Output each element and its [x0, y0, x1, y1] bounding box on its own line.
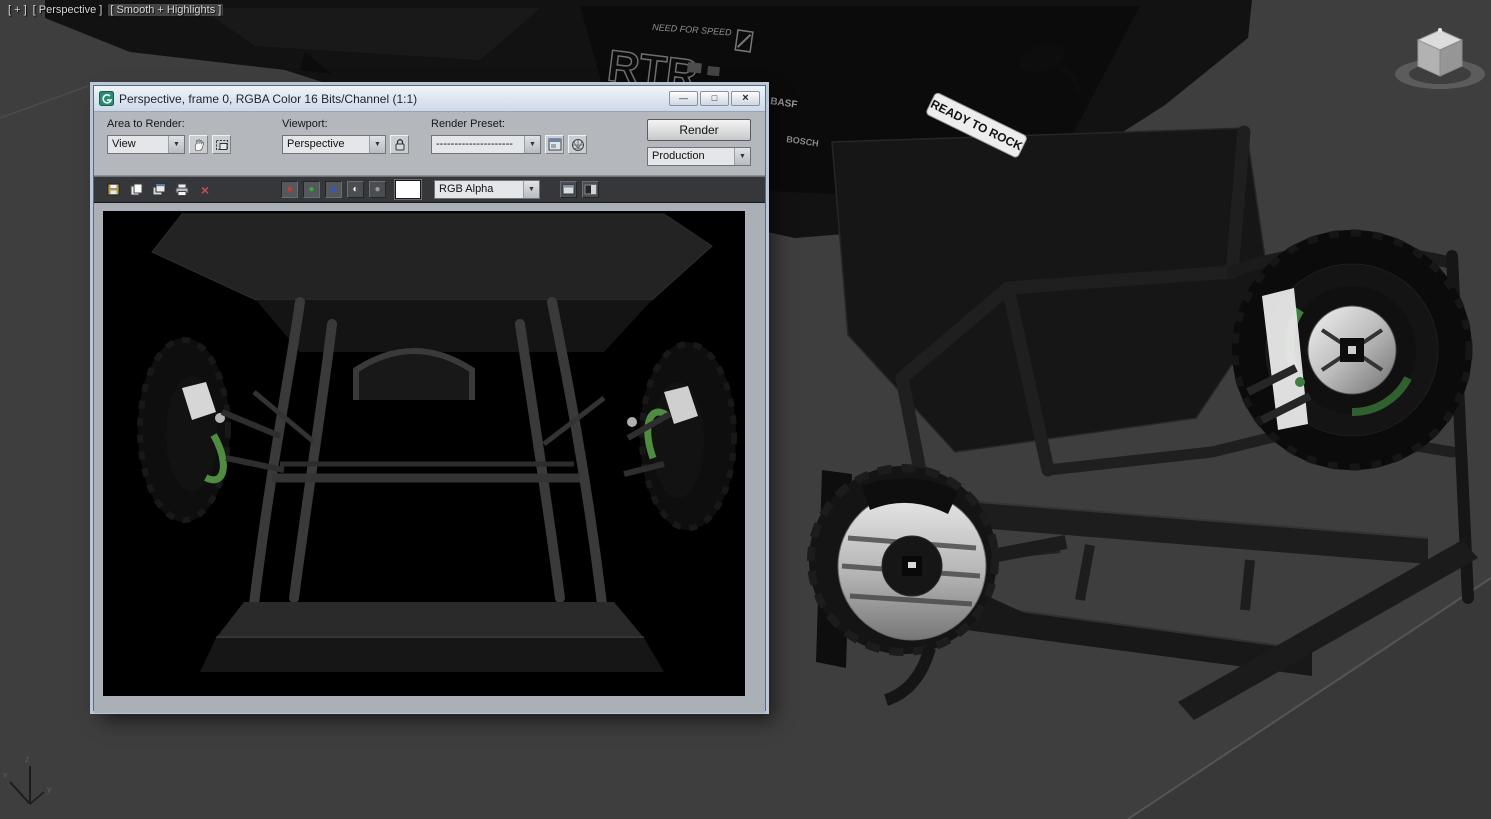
viewport-dropdown-label: Viewport:: [282, 118, 409, 130]
alpha-channel-icon: ●: [374, 184, 380, 195]
lock-icon: [394, 138, 406, 152]
hand-icon: [192, 138, 206, 152]
blue-channel-button[interactable]: ●: [325, 181, 342, 198]
rear-wheel: [1232, 230, 1472, 470]
image-toolbar: × ● ● ● ◐ ● RGB Alpha ▼: [94, 176, 765, 203]
floppy-save-icon: [107, 183, 120, 196]
ui-layout-icon: [584, 184, 597, 195]
window-title: Perspective, frame 0, RGBA Color 16 Bits…: [119, 92, 664, 106]
chevron-down-icon: ▼: [523, 181, 539, 198]
chevron-down-icon: ▼: [734, 148, 750, 165]
save-image-button[interactable]: [104, 181, 122, 199]
render-image-area: [94, 203, 765, 713]
render-preset-dropdown[interactable]: --------------------- ▼: [431, 135, 541, 154]
maximize-button[interactable]: □: [700, 91, 729, 106]
axis-y-label: y: [47, 784, 52, 794]
viewport-menu-shading[interactable]: [ Smooth + Highlights ]: [108, 4, 223, 16]
copy-image-button[interactable]: [127, 181, 145, 199]
toggle-ui-overlays-button[interactable]: [560, 181, 577, 198]
production-mode-dropdown[interactable]: Production ▼: [647, 147, 751, 166]
render-setup-icon: [548, 138, 562, 151]
environment-sphere-icon: [571, 138, 585, 152]
clear-image-button[interactable]: ×: [196, 181, 214, 199]
channel-display-dropdown[interactable]: RGB Alpha ▼: [434, 180, 540, 199]
red-channel-icon: ●: [286, 184, 292, 195]
close-button[interactable]: ×: [731, 91, 760, 106]
render-button[interactable]: Render: [647, 119, 751, 141]
pan-hand-button[interactable]: [189, 135, 208, 154]
rendered-frame-window: Perspective, frame 0, RGBA Color 16 Bits…: [93, 85, 766, 711]
render-preset-label: Render Preset:: [431, 118, 587, 130]
lock-viewport-button[interactable]: [390, 135, 409, 154]
render-controls-row: Area to Render: View ▼ Viewport:: [94, 112, 765, 176]
clone-window-icon: [152, 183, 166, 196]
edit-region-button[interactable]: [212, 135, 231, 154]
clear-x-icon: ×: [201, 183, 209, 197]
print-image-button[interactable]: [173, 181, 191, 199]
ui-overlay-icon: [562, 184, 575, 195]
red-channel-button[interactable]: ●: [281, 181, 298, 198]
viewport-label: [ + ] [ Perspective ] [ Smooth + Highlig…: [8, 4, 223, 16]
viewport-menu-plus[interactable]: [ + ]: [8, 4, 27, 16]
3dsmax-viewport[interactable]: NEED FOR SPEED RTR RTR BASF BOSCH READY …: [0, 0, 1491, 819]
axis-z-label: z: [25, 754, 30, 764]
viewport-dropdown[interactable]: Perspective ▼: [282, 135, 386, 154]
green-channel-button[interactable]: ●: [303, 181, 320, 198]
monochrome-icon: ◐: [352, 184, 358, 195]
chevron-down-icon: ▼: [524, 136, 540, 153]
green-channel-icon: ●: [308, 184, 314, 195]
environment-button[interactable]: [568, 135, 587, 154]
blue-channel-icon: ●: [330, 184, 336, 195]
area-to-render-label: Area to Render:: [107, 118, 231, 130]
area-to-render-dropdown[interactable]: View ▼: [107, 135, 185, 154]
rendered-image: [103, 211, 745, 696]
alpha-channel-button[interactable]: ●: [369, 181, 386, 198]
axis-x-label: x: [3, 770, 8, 780]
copy-icon: [130, 183, 143, 196]
monochrome-channel-button[interactable]: ◐: [347, 181, 364, 198]
minimize-button[interactable]: —: [669, 91, 698, 106]
printer-icon: [175, 183, 189, 196]
background-color-swatch[interactable]: [395, 180, 421, 199]
render-setup-button[interactable]: [545, 135, 564, 154]
toggle-ui-layout-button[interactable]: [582, 181, 599, 198]
clone-window-button[interactable]: [150, 181, 168, 199]
chevron-down-icon: ▼: [168, 136, 184, 153]
chevron-down-icon: ▼: [369, 136, 385, 153]
viewport-menu-view[interactable]: [ Perspective ]: [33, 4, 103, 16]
render-window-icon: [99, 91, 114, 106]
region-icon: [215, 138, 229, 152]
render-window-titlebar[interactable]: Perspective, frame 0, RGBA Color 16 Bits…: [94, 86, 765, 112]
